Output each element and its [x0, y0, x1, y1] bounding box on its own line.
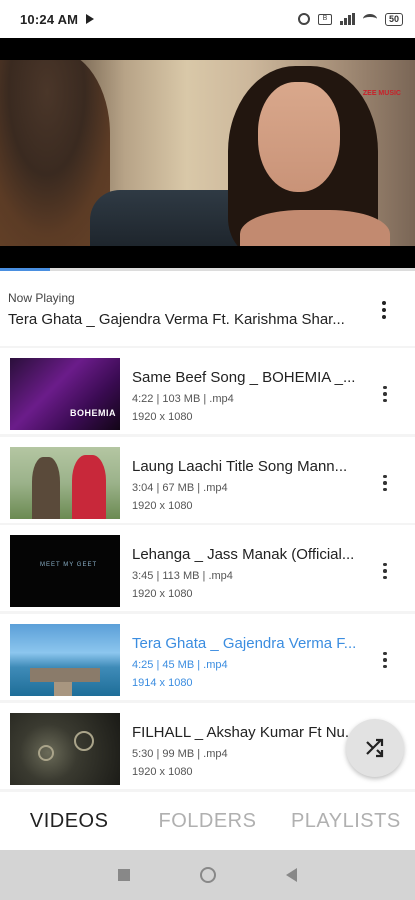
- tab-videos[interactable]: VIDEOS: [0, 810, 138, 833]
- status-bar: 10:24 AM B 50: [0, 0, 415, 38]
- video-resolution: 1920 x 1080: [132, 500, 193, 512]
- media-playing-icon: [86, 14, 95, 24]
- video-resolution: 1920 x 1080: [132, 766, 193, 778]
- video-list: BOHEMIA Same Beef Song _ BOHEMIA _... 4:…: [0, 346, 415, 792]
- thumbnail-text: BOHEMIA: [70, 408, 116, 418]
- status-icons: B 50: [297, 12, 403, 26]
- status-time: 10:24 AM: [20, 11, 79, 27]
- video-thumbnail: [10, 447, 120, 519]
- home-circle-icon[interactable]: [200, 867, 216, 883]
- alarm-icon: [297, 13, 310, 25]
- video-scene-woman-body: [240, 210, 390, 246]
- item-more-icon[interactable]: [375, 471, 395, 495]
- video-player[interactable]: ZEE MUSIC: [0, 38, 415, 270]
- system-navigation-bar: [0, 850, 415, 900]
- recents-square-icon[interactable]: [118, 869, 130, 881]
- video-title: Tera Ghata _ Gajendra Verma F...: [132, 635, 357, 652]
- now-playing-label: Now Playing: [8, 291, 75, 305]
- back-triangle-icon[interactable]: [286, 868, 297, 882]
- wifi-icon: [362, 14, 377, 24]
- video-meta: 3:04 | 67 MB | .mp4: [132, 482, 228, 494]
- list-item[interactable]: Laung Laachi Title Song Mann... 3:04 | 6…: [0, 437, 415, 523]
- video-resolution: 1920 x 1080: [132, 588, 193, 600]
- video-scene-woman-face: [258, 82, 340, 192]
- video-thumbnail: [10, 713, 120, 785]
- now-playing-panel[interactable]: Now Playing Tera Ghata _ Gajendra Verma …: [0, 271, 415, 346]
- tab-folders[interactable]: FOLDERS: [138, 810, 276, 833]
- video-title: Same Beef Song _ BOHEMIA _...: [132, 369, 356, 386]
- battery-icon: 50: [384, 12, 403, 26]
- video-thumbnail: MEET MY GEET: [10, 535, 120, 607]
- item-more-icon[interactable]: [375, 382, 395, 406]
- video-meta: 4:22 | 103 MB | .mp4: [132, 393, 234, 405]
- thumbnail-text: MEET MY GEET: [40, 562, 98, 568]
- tab-playlists[interactable]: PLAYLISTS: [277, 810, 415, 833]
- now-playing-title: Tera Ghata _ Gajendra Verma Ft. Karishma…: [8, 311, 345, 328]
- video-thumbnail: [10, 624, 120, 696]
- shuffle-button[interactable]: [346, 719, 404, 777]
- video-resolution: 1920 x 1080: [132, 411, 193, 423]
- item-more-icon[interactable]: [375, 648, 395, 672]
- video-watermark-logo: ZEE MUSIC: [362, 90, 401, 97]
- video-thumbnail: BOHEMIA: [10, 358, 120, 430]
- video-meta: 3:45 | 113 MB | .mp4: [132, 570, 233, 582]
- video-meta: 5:30 | 99 MB | .mp4: [132, 748, 228, 760]
- list-item[interactable]: MEET MY GEET Lehanga _ Jass Manak (Offic…: [0, 525, 415, 611]
- shuffle-icon: [366, 738, 384, 758]
- now-playing-more-icon[interactable]: [374, 298, 394, 322]
- video-title: FILHALL _ Akshay Kumar Ft Nu...: [132, 724, 358, 741]
- bottom-tab-bar: VIDEOS FOLDERS PLAYLISTS: [0, 792, 415, 850]
- video-title: Laung Laachi Title Song Mann...: [132, 458, 348, 475]
- list-item[interactable]: BOHEMIA Same Beef Song _ BOHEMIA _... 4:…: [0, 348, 415, 434]
- item-more-icon[interactable]: [375, 559, 395, 583]
- video-frame[interactable]: ZEE MUSIC: [0, 60, 415, 246]
- video-title: Lehanga _ Jass Manak (Official...: [132, 546, 355, 563]
- list-item-now-playing[interactable]: Tera Ghata _ Gajendra Verma F... 4:25 | …: [0, 614, 415, 700]
- sim-icon: B: [317, 13, 332, 25]
- video-resolution: 1914 x 1080: [132, 677, 193, 689]
- video-meta: 4:25 | 45 MB | .mp4: [132, 659, 228, 671]
- signal-icon: [339, 13, 355, 25]
